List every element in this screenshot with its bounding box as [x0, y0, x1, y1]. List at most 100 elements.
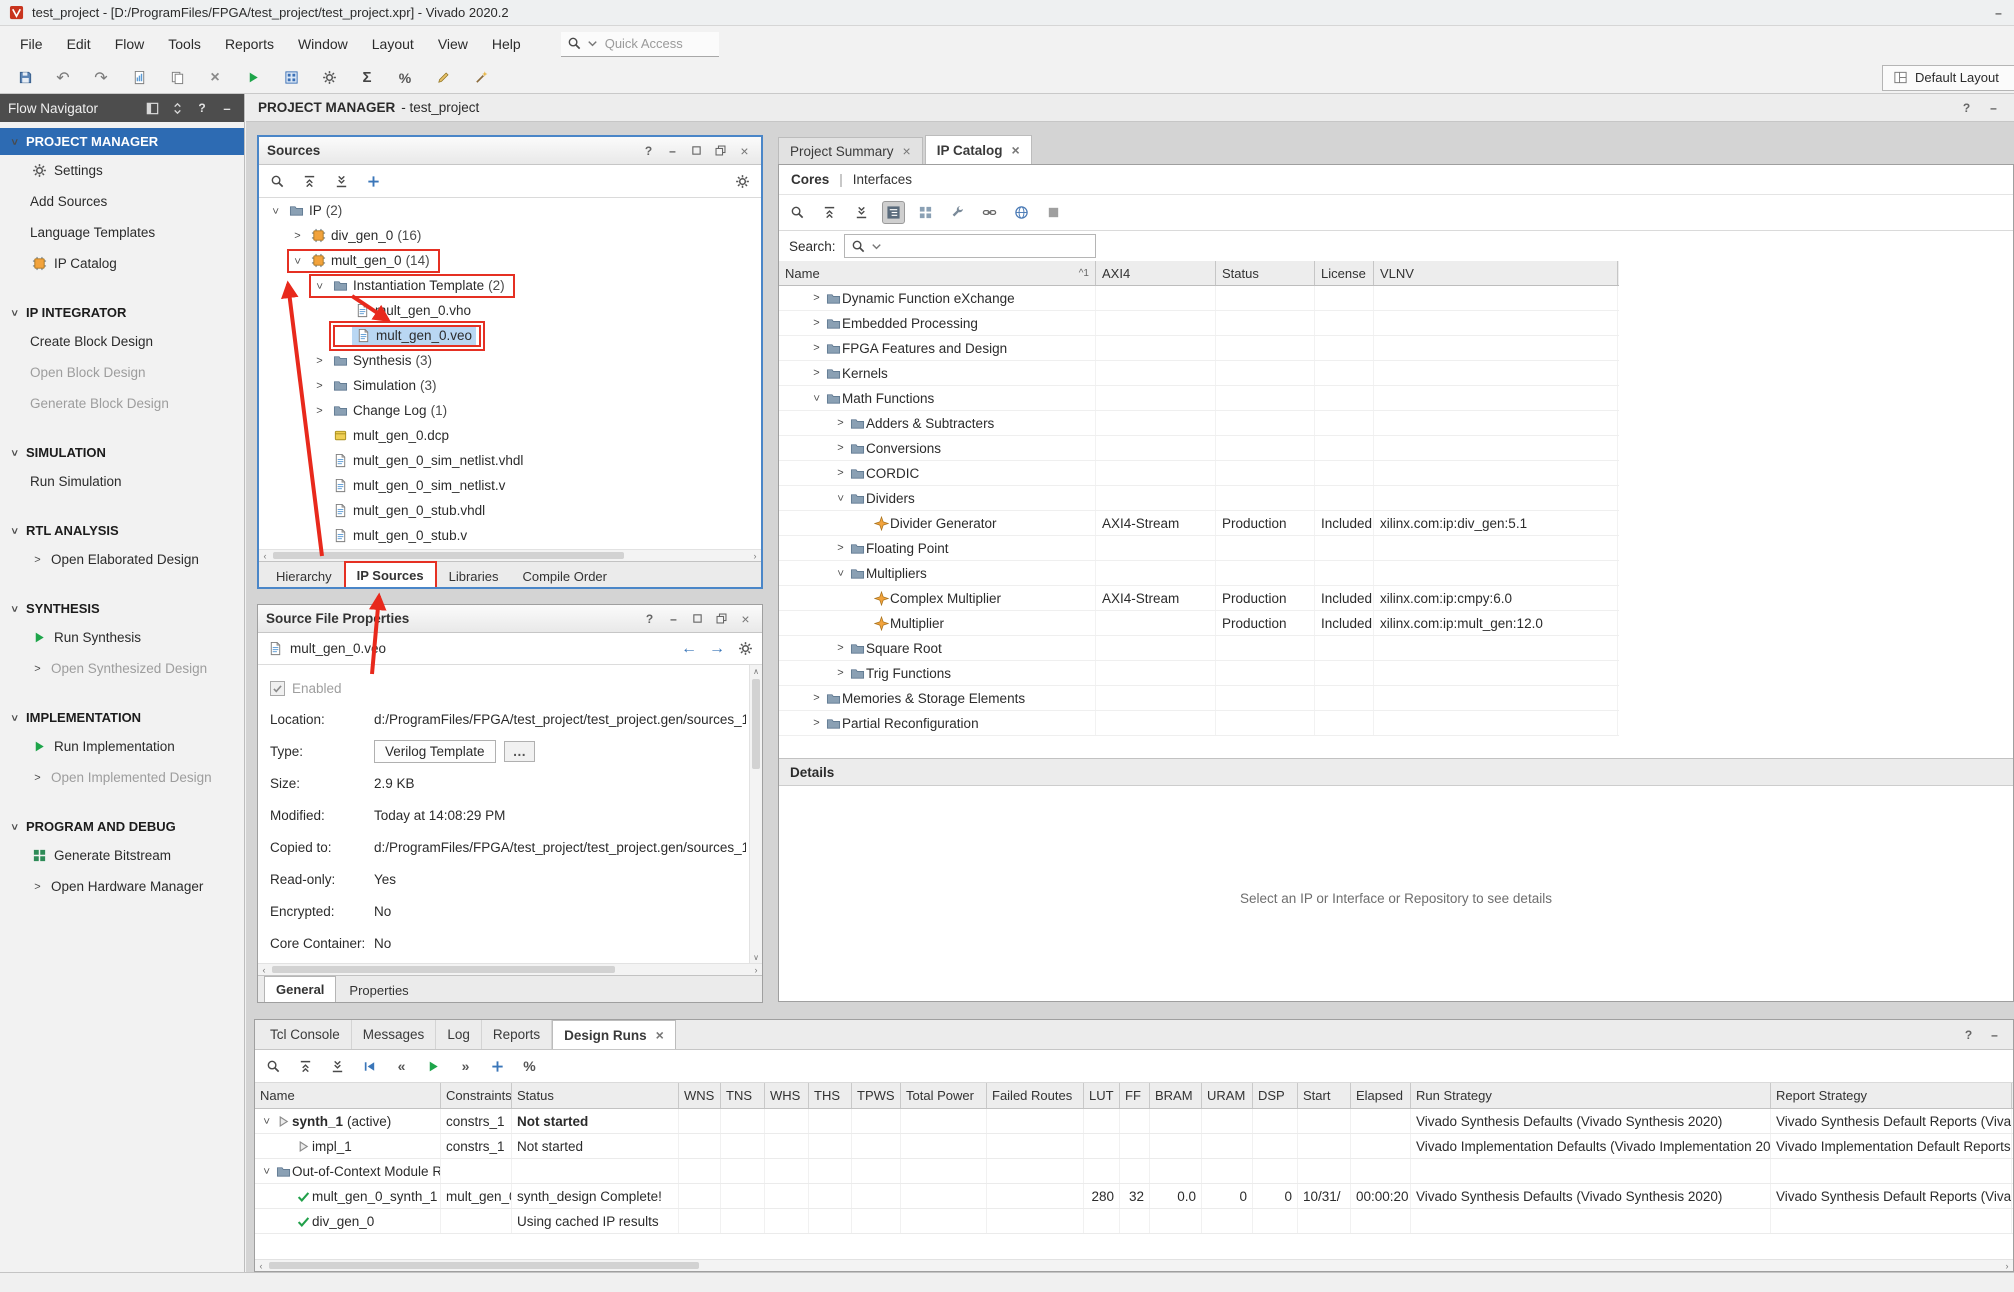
tree-node[interactable]: >Instantiation Template(2) [311, 276, 513, 296]
catalog-row-math-functions[interactable]: >Math Functions [779, 386, 1619, 411]
tree-item[interactable]: mult_gen_0.dcp [329, 427, 453, 445]
scrollbar-thumb[interactable] [273, 552, 624, 559]
column-header-run-strategy[interactable]: Run Strategy [1411, 1083, 1771, 1108]
catalog-row-multiplier[interactable]: MultiplierProductionIncludedxilinx.com:i… [779, 611, 1619, 636]
tree-node[interactable]: mult_gen_0.veo [333, 325, 481, 347]
chevron-down-icon[interactable]: > [833, 567, 848, 579]
expand-all-button[interactable] [850, 201, 873, 224]
minimize-icon[interactable]: – [1985, 100, 2002, 116]
scroll-up-icon[interactable]: ∧ [750, 665, 762, 677]
run-row-impl-1[interactable]: impl_1constrs_1Not startedVivado Impleme… [255, 1134, 2013, 1159]
properties-hscrollbar[interactable]: ‹› [258, 963, 762, 975]
maximize-icon[interactable] [689, 611, 706, 627]
minimize-icon[interactable]: – [665, 611, 682, 627]
chevron-right-icon[interactable]: > [312, 355, 327, 367]
stop-button[interactable] [1042, 201, 1065, 224]
tree-node[interactable]: mult_gen_0_stub.vhdl [311, 501, 493, 521]
sidebar-section-rtl-analysis[interactable]: >RTL ANALYSIS [0, 517, 244, 544]
help-icon[interactable]: ? [641, 611, 658, 627]
catalog-row-kernels[interactable]: >Kernels [779, 361, 1619, 386]
help-icon[interactable]: ? [1958, 100, 1975, 116]
search-button[interactable] [266, 170, 289, 193]
sidebar-item-language-templates[interactable]: Language Templates [0, 217, 244, 248]
catalog-row-adders-subtracters[interactable]: >Adders & Subtracters [779, 411, 1619, 436]
tree-item[interactable]: mult_gen_0_stub.vhdl [329, 502, 489, 520]
group-view-button[interactable] [914, 201, 937, 224]
enabled-checkbox[interactable] [270, 681, 285, 696]
scroll-left-icon[interactable]: ‹ [255, 1260, 267, 1271]
column-header-bram[interactable]: BRAM [1150, 1083, 1202, 1108]
catalog-row-divider-generator[interactable]: Divider GeneratorAXI4-StreamProductionIn… [779, 511, 1619, 536]
chevron-down-icon[interactable]: > [809, 392, 824, 404]
tree-node[interactable]: >IP(2) [267, 201, 350, 221]
search-button[interactable] [786, 201, 809, 224]
web-button[interactable] [1010, 201, 1033, 224]
tab-properties[interactable]: Properties [338, 979, 419, 1002]
sidebar-section-ip-integrator[interactable]: >IP INTEGRATOR [0, 299, 244, 326]
chevron-down-icon[interactable]: > [290, 255, 305, 267]
catalog-row-multipliers[interactable]: >Multipliers [779, 561, 1619, 586]
arrow-right-icon[interactable]: → [708, 641, 726, 657]
maximize-icon[interactable] [688, 143, 705, 159]
search-input[interactable] [889, 239, 1090, 254]
chevron-right-icon[interactable]: > [290, 230, 305, 242]
wrench-button[interactable] [946, 201, 969, 224]
sidebar-item-create-block-design[interactable]: Create Block Design [0, 326, 244, 357]
tree-node[interactable]: mult_gen_0.dcp [311, 426, 457, 446]
save-button[interactable] [12, 65, 38, 91]
expand-all-button[interactable] [326, 1055, 349, 1078]
catalog-row-floating-point[interactable]: >Floating Point [779, 536, 1619, 561]
ellipsis-button[interactable]: … [504, 741, 536, 762]
tree-view-button[interactable] [882, 201, 905, 224]
menu-tools[interactable]: Tools [156, 28, 213, 60]
catalog-row-fpga-features-and-design[interactable]: >FPGA Features and Design [779, 336, 1619, 361]
column-header-tns[interactable]: TNS [721, 1083, 765, 1108]
sidebar-item-open-block-design[interactable]: Open Block Design [0, 357, 244, 388]
column-header-whs[interactable]: WHS [765, 1083, 809, 1108]
column-header-tpws[interactable]: TPWS [852, 1083, 901, 1108]
tree-item[interactable]: mult_gen_0(14) [307, 252, 434, 270]
menu-file[interactable]: File [8, 28, 55, 60]
tab-messages[interactable]: Messages [352, 1020, 437, 1049]
close-icon[interactable]: × [736, 143, 753, 159]
help-icon[interactable]: ? [640, 143, 657, 159]
help-icon[interactable]: ? [1960, 1027, 1977, 1043]
scroll-right-icon[interactable]: › [750, 964, 762, 975]
close-icon[interactable]: × [656, 1027, 664, 1043]
fast-forward-button[interactable]: » [454, 1055, 477, 1078]
close-icon[interactable]: × [903, 143, 911, 159]
tab-ip-sources[interactable]: IP Sources [345, 562, 436, 588]
catalog-row-square-root[interactable]: >Square Root [779, 636, 1619, 661]
menu-reports[interactable]: Reports [213, 28, 286, 60]
tree-item[interactable]: mult_gen_0_sim_netlist.vhdl [329, 452, 527, 470]
sidebar-section-project-manager[interactable]: >PROJECT MANAGER [0, 128, 244, 155]
tree-node[interactable]: mult_gen_0_stub.v [311, 526, 475, 546]
collapse-all-button[interactable] [294, 1055, 317, 1078]
run-button[interactable] [240, 65, 266, 91]
chevron-down-icon[interactable]: > [268, 205, 283, 217]
tree-node[interactable]: >Synthesis(3) [311, 351, 440, 371]
sidebar-item-add-sources[interactable]: Add Sources [0, 186, 244, 217]
sidebar-item-run-simulation[interactable]: Run Simulation [0, 466, 244, 497]
view-tab-interfaces[interactable]: Interfaces [853, 172, 912, 187]
program-device-button[interactable] [278, 65, 304, 91]
chevron-right-icon[interactable]: > [833, 442, 848, 454]
scroll-right-icon[interactable]: › [2001, 1260, 2013, 1271]
copy-button[interactable] [164, 65, 190, 91]
tab-ip-catalog[interactable]: IP Catalog× [925, 135, 1032, 164]
search-button[interactable] [262, 1055, 285, 1078]
close-icon[interactable]: × [1012, 142, 1020, 158]
runs-hscrollbar[interactable]: ‹› [255, 1259, 2013, 1271]
panel-settings-button[interactable] [731, 170, 754, 193]
scrollbar-thumb[interactable] [269, 1262, 699, 1269]
column-header-report-strategy[interactable]: Report Strategy [1771, 1083, 2012, 1108]
column-header-ths[interactable]: THS [809, 1083, 852, 1108]
column-header-constraints[interactable]: Constraints [441, 1083, 512, 1108]
sidebar-item-open-elaborated-design[interactable]: >Open Elaborated Design [0, 544, 244, 575]
tab-design-runs[interactable]: Design Runs× [552, 1020, 676, 1049]
chevron-down-icon[interactable]: > [312, 280, 327, 292]
sidebar-section-simulation[interactable]: >SIMULATION [0, 439, 244, 466]
tree-node[interactable]: >Change Log(1) [311, 401, 455, 421]
sidebar-item-generate-bitstream[interactable]: Generate Bitstream [0, 840, 244, 871]
run-row-synth-1[interactable]: >synth_1(active)constrs_1Not startedViva… [255, 1109, 2013, 1134]
